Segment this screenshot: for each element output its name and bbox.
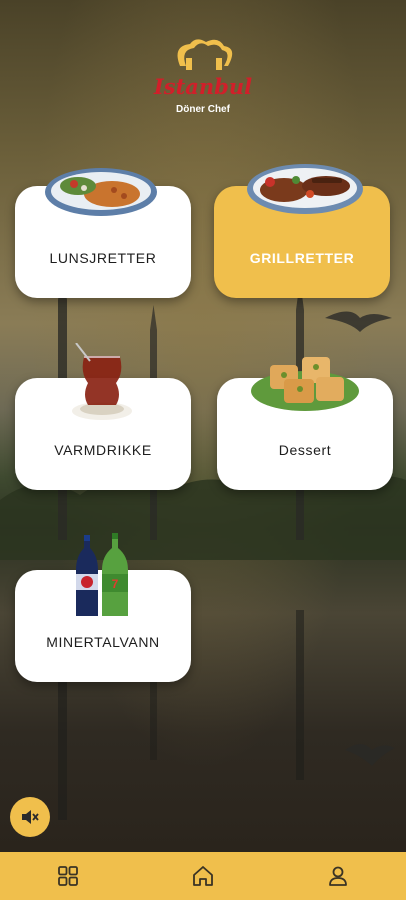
user-icon: [329, 866, 348, 886]
nav-home-button[interactable]: [183, 856, 223, 896]
mute-sound-button[interactable]: [10, 797, 50, 837]
brand-logo: Istanbul Döner Chef: [150, 36, 256, 122]
brand-tagline: Döner Chef: [176, 104, 231, 115]
rice-plate-image: [45, 168, 157, 216]
category-label: MINERTALVANN: [46, 634, 160, 650]
category-label: LUNSJRETTER: [49, 250, 157, 266]
category-label: Dessert: [278, 442, 332, 458]
soda-bottles-image: 7: [76, 533, 128, 616]
baklava-image: [251, 357, 359, 411]
svg-text:7: 7: [112, 577, 119, 591]
tea-glass-image: [72, 343, 132, 420]
brand-name: Istanbul: [153, 74, 252, 99]
grill-plate-image: [247, 164, 363, 214]
category-label: VARMDRIKKE: [54, 442, 152, 458]
nav-menu-grid-button[interactable]: [48, 856, 88, 896]
grid-icon: [57, 866, 78, 886]
bottom-navigation-bar: [0, 852, 406, 900]
home-icon: [193, 866, 213, 886]
speaker-muted-icon: [22, 810, 39, 824]
nav-profile-button[interactable]: [318, 856, 358, 896]
category-label: GRILLRETTER: [249, 250, 355, 266]
